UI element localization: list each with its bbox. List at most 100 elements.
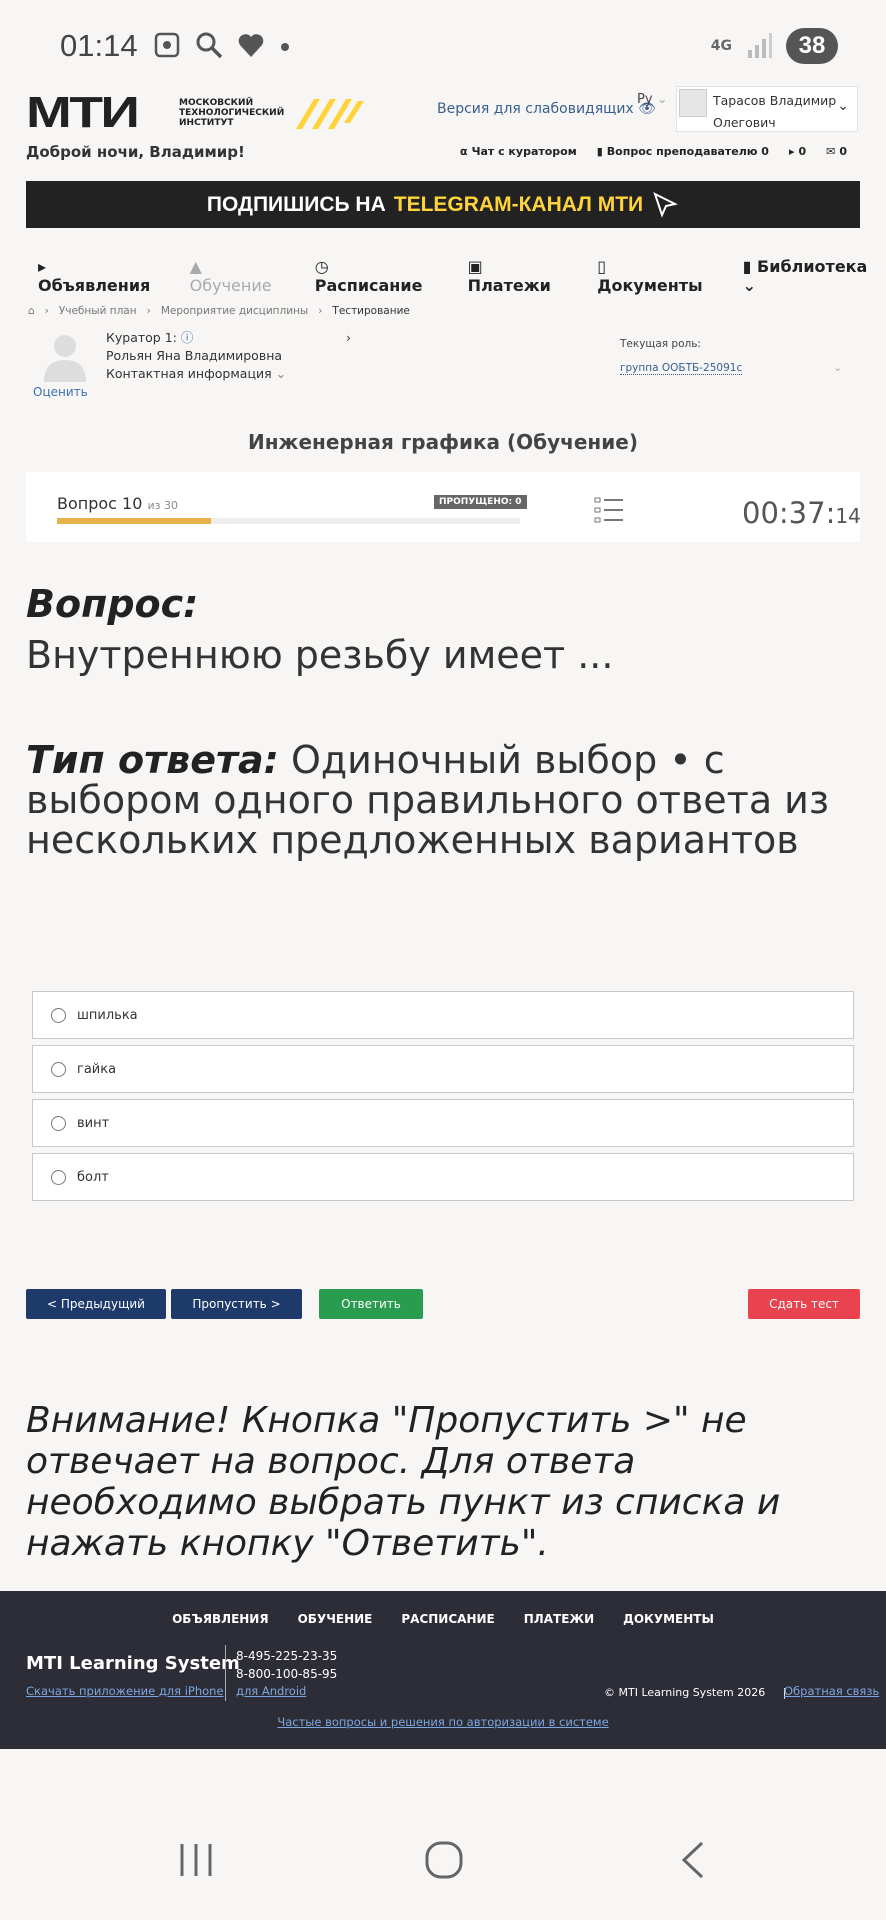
chevron-down-icon: ⌄ — [837, 98, 849, 114]
announcements-counter[interactable]: ▸ 0 — [789, 145, 806, 158]
nav-library[interactable]: ▮ Библиотека ⌄ — [743, 257, 886, 295]
android-app-link[interactable]: для Android — [236, 1684, 306, 1698]
mti-logo[interactable]: МТИ МОСКОВСКИЙ ТЕХНОЛОГИЧЕСКИЙ ИНСТИТУТ — [26, 88, 368, 138]
dot-icon — [281, 43, 289, 51]
answer-option[interactable]: шпилька — [32, 991, 854, 1039]
answer-button[interactable]: Ответить — [319, 1289, 423, 1319]
contacts-toggle[interactable]: Контактная информация ⌄ — [106, 365, 286, 383]
ask-teacher-link[interactable]: ▮ Вопрос преподавателю 0 — [597, 145, 769, 158]
footer-nav-item[interactable]: РАСПИСАНИЕ — [401, 1612, 494, 1626]
course-title: Инженерная графика (Обучение) — [248, 430, 638, 454]
nav-documents[interactable]: ▯ Документы — [597, 257, 716, 295]
answer-type-label: Тип ответа: — [26, 738, 279, 782]
role-select[interactable]: группа ООБТБ-25091с ⌄ — [620, 356, 842, 380]
chevron-right-icon: › — [318, 305, 323, 317]
language-select[interactable]: Ру ⌄ — [637, 92, 668, 107]
home-button-icon[interactable] — [424, 1840, 464, 1880]
phone-2[interactable]: 8-800-100-85-95 — [236, 1665, 337, 1683]
battery-badge: 38 — [786, 28, 838, 64]
nav-schedule[interactable]: ◷ Расписание — [315, 257, 442, 295]
banner-prefix: ПОДПИШИСЬ НА — [206, 192, 386, 216]
footer-nav-item[interactable]: ПЛАТЕЖИ — [524, 1612, 594, 1626]
phone-1[interactable]: 8-495-225-23-35 — [236, 1647, 337, 1665]
timer-main: 00:37: — [742, 496, 836, 530]
footer-nav-item[interactable]: ОБЪЯВЛЕНИЯ — [172, 1612, 269, 1626]
breadcrumb: ⌂ › Учебный план › Мероприятие дисциплины ›… — [28, 305, 410, 317]
user-name-line2: Олегович — [713, 115, 776, 130]
status-time: 01:14 — [60, 28, 138, 63]
screenshot-icon — [154, 32, 180, 58]
answer-option[interactable]: винт — [32, 1099, 854, 1147]
feedback-link[interactable]: Обратная связь — [784, 1684, 879, 1698]
contacts-label: Контактная информация — [106, 366, 272, 381]
back-icon[interactable] — [678, 1840, 708, 1880]
nav-learning[interactable]: ▲ Обучение — [190, 257, 289, 295]
book-icon: ▮ — [742, 257, 758, 276]
timer: 00:37:14 — [742, 496, 861, 530]
breadcrumb-current: Тестирование — [332, 305, 410, 317]
chevron-down-icon: ⌄ — [275, 366, 287, 381]
document-icon: ▯ — [597, 257, 607, 276]
answer-option[interactable]: гайка — [32, 1045, 854, 1093]
recent-apps-icon[interactable] — [176, 1840, 216, 1880]
greeting: Доброй ночи, Владимир! — [26, 143, 245, 161]
help-icon[interactable]: ⓘ — [181, 330, 194, 345]
finish-test-button[interactable]: Сдать тест — [748, 1289, 860, 1319]
footer-divider — [225, 1645, 226, 1701]
footer-phones: 8-495-225-23-35 8-800-100-85-95 — [236, 1647, 337, 1683]
announcements-count: 0 — [798, 145, 807, 158]
question-list-icon[interactable] — [594, 496, 624, 524]
chevron-right-icon[interactable]: › — [346, 329, 351, 347]
current-role: Текущая роль: группа ООБТБ-25091с ⌄ — [620, 332, 842, 380]
faq-link-wrap: Частые вопросы и решения по авторизации … — [0, 1711, 886, 1730]
messages-count: 0 — [839, 145, 848, 158]
chat-curator-label: Чат с куратором — [471, 145, 577, 158]
copyright: © MTI Learning System 2026 | — [604, 1686, 786, 1699]
radio-button[interactable] — [51, 1115, 66, 1131]
nav-label: Документы — [597, 276, 703, 295]
card-icon: ▣ — [467, 257, 483, 276]
curator-info: Куратор 1: ⓘ › Рольян Яна Владимировна Ко… — [106, 329, 351, 383]
skip-button[interactable]: Пропустить > — [171, 1289, 302, 1319]
user-name-line1: Тарасов Владимир — [713, 93, 837, 108]
answer-label: винт — [77, 1115, 110, 1131]
iphone-app-link[interactable]: Скачать приложение для iPhone — [26, 1684, 224, 1698]
nav-label: Библиотека — [757, 257, 868, 276]
footer-nav-item[interactable]: ОБУЧЕНИЕ — [298, 1612, 373, 1626]
answer-type: Тип ответа: Одиночный выбор • с выбором … — [26, 740, 866, 860]
nav-payments[interactable]: ▣ Платежи — [468, 257, 572, 295]
language-value: Ру — [637, 92, 653, 107]
header-quick-links: ⍺ Чат с куратором ▮ Вопрос преподавателю 0… — [460, 145, 847, 158]
progress-fill — [57, 518, 211, 524]
banner-highlight: TELEGRAM-КАНАЛ МТИ — [393, 192, 644, 216]
headset-icon: ⍺ — [460, 145, 468, 158]
accessibility-link[interactable]: Версия для слабовидящих 👁 — [437, 101, 656, 117]
previous-button[interactable]: < Предыдущий — [26, 1289, 166, 1319]
radio-button[interactable] — [51, 1007, 66, 1023]
rate-curator-link[interactable]: Оценить — [33, 385, 88, 399]
footer-nav-item[interactable]: ДОКУМЕНТЫ — [623, 1612, 714, 1626]
logo-mark: МТИ — [26, 88, 140, 137]
answer-label: гайка — [77, 1061, 117, 1077]
telegram-banner[interactable]: ПОДПИШИСЬ НА TELEGRAM-КАНАЛ МТИ — [26, 181, 860, 228]
user-menu[interactable]: Тарасов Владимир Олегович ⌄ — [676, 86, 858, 132]
faq-link[interactable]: Частые вопросы и решения по авторизации … — [277, 1715, 608, 1729]
chat-curator-link[interactable]: ⍺ Чат с куратором — [460, 145, 577, 158]
megaphone-icon: ▸ — [38, 257, 47, 276]
nav-label: Расписание — [314, 276, 423, 295]
main-nav: ▸ Объявления ▲ Обучение ◷ Расписание ▣ П… — [38, 257, 886, 295]
network-label: 4G — [710, 38, 732, 54]
home-icon[interactable]: ⌂ — [28, 305, 35, 317]
question-total: из 30 — [147, 499, 179, 512]
radio-button[interactable] — [51, 1169, 66, 1185]
radio-button[interactable] — [51, 1061, 66, 1077]
answer-option[interactable]: болт — [32, 1153, 854, 1201]
breadcrumb-item[interactable]: Мероприятие дисциплины — [161, 305, 308, 317]
messages-counter[interactable]: ✉ 0 — [826, 145, 847, 158]
question-counter: Вопрос 10 из 30 — [57, 494, 178, 513]
breadcrumb-item[interactable]: Учебный план — [59, 305, 137, 317]
chevron-down-icon: ⌄ — [833, 362, 842, 374]
nav-announcements[interactable]: ▸ Объявления — [38, 257, 164, 295]
clock-icon: ◷ — [314, 257, 329, 276]
chevron-right-icon: › — [146, 305, 151, 317]
